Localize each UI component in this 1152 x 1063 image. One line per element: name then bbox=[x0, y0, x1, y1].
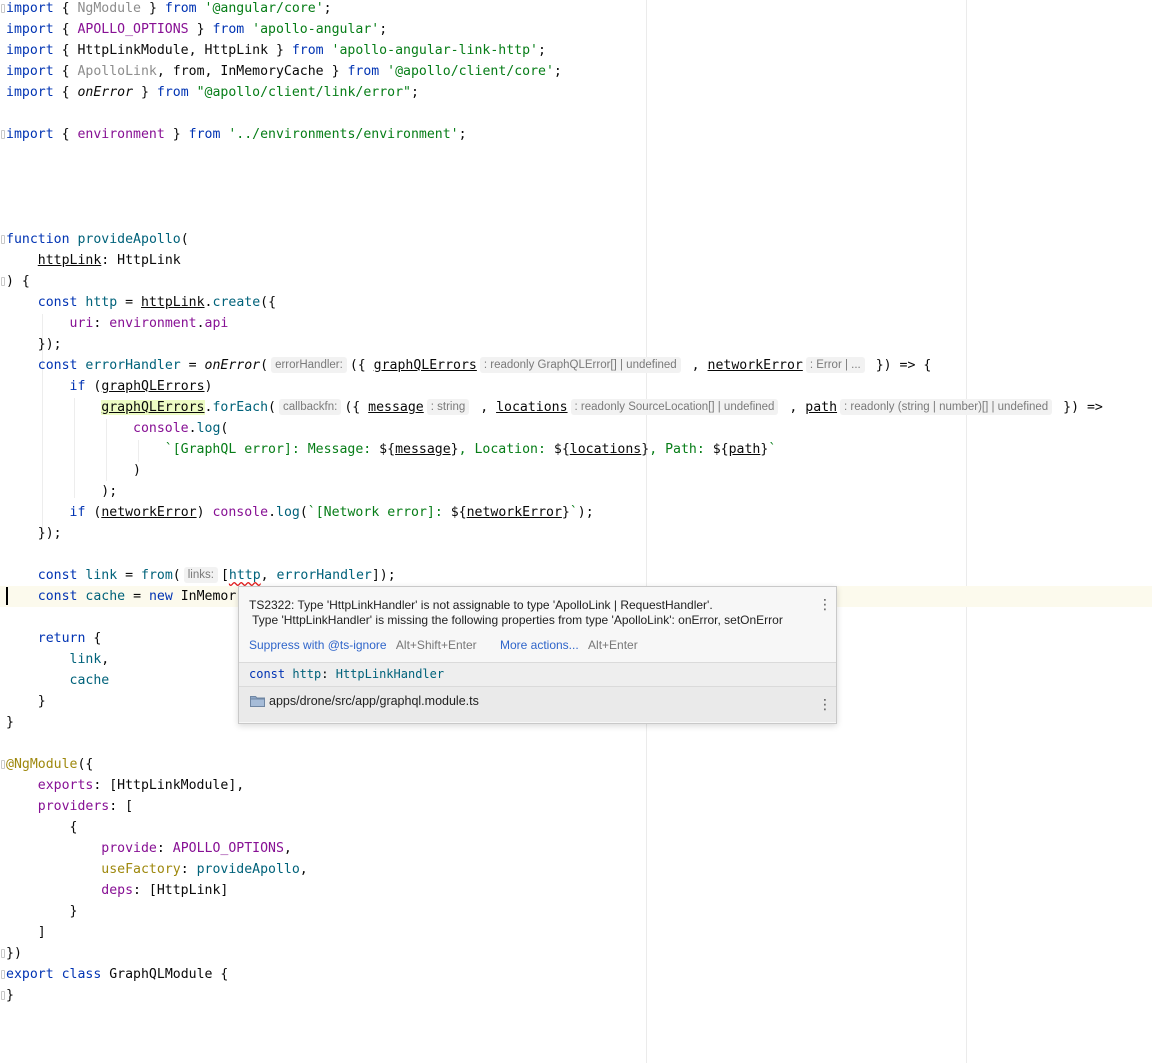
code-line: link, bbox=[69, 652, 110, 667]
suppress-ts-ignore-link[interactable]: Suppress with @ts-ignore bbox=[249, 638, 387, 652]
folder-icon bbox=[250, 696, 265, 707]
code-line: if (networkError) console.log(`[Network … bbox=[69, 505, 594, 520]
code-line: }); bbox=[6, 337, 62, 352]
code-line: import { HttpLinkModule, HttpLink } from… bbox=[6, 43, 546, 58]
code-line: httpLink: HttpLink bbox=[37, 253, 181, 268]
shortcut-label: Alt+Shift+Enter bbox=[395, 638, 477, 652]
code-line: cache bbox=[69, 673, 110, 688]
type-hint: : string bbox=[426, 399, 470, 415]
code-line: import { onError } from "@apollo/client/… bbox=[6, 85, 419, 100]
code-line: if (graphQLErrors) bbox=[69, 379, 213, 394]
code-line: const errorHandler = onError(errorHandle… bbox=[37, 357, 932, 373]
type-hint: : Error | ... bbox=[805, 357, 865, 373]
fold-marker[interactable] bbox=[1, 235, 5, 244]
fold-marker[interactable] bbox=[1, 4, 5, 13]
code-editor[interactable]: import { NgModule } from '@angular/core'… bbox=[0, 0, 1152, 1063]
code-line: ) { bbox=[6, 274, 30, 289]
code-line: console.log( bbox=[133, 421, 229, 436]
fold-marker[interactable] bbox=[1, 970, 5, 979]
code-line: import { ApolloLink, from, InMemoryCache… bbox=[6, 64, 562, 79]
quick-actions: Suppress with @ts-ignore Alt+Shift+Enter… bbox=[249, 638, 638, 653]
more-vertical-icon[interactable]: ⋮ bbox=[818, 698, 832, 712]
fold-marker[interactable] bbox=[1, 949, 5, 958]
code-line: @NgModule({ bbox=[6, 757, 94, 772]
code-line: import { APOLLO_OPTIONS } from 'apollo-a… bbox=[6, 22, 388, 37]
code-line: function provideApollo( bbox=[6, 232, 189, 247]
code-line: providers: [ bbox=[37, 799, 134, 814]
parameter-hint: errorHandler: bbox=[271, 357, 347, 373]
type-hint: : readonly SourceLocation[] | undefined bbox=[570, 399, 779, 415]
code-line: const link = from(links: [http, errorHand… bbox=[37, 567, 396, 583]
code-line: ) bbox=[6, 463, 141, 478]
right-margin-guide bbox=[646, 0, 647, 1063]
code-line: return { bbox=[37, 631, 102, 646]
code-line: }); bbox=[6, 526, 62, 541]
code-line: `[GraphQL error]: Message: ${message}, L… bbox=[164, 442, 777, 457]
fold-marker[interactable] bbox=[1, 277, 5, 286]
error-highlight[interactable]: http bbox=[229, 568, 261, 583]
declaration-signature: const http: HttpLinkHandler bbox=[239, 663, 836, 686]
code-line: import { environment } from '../environm… bbox=[6, 127, 467, 142]
code-line: ); bbox=[6, 484, 118, 499]
code-line: }) bbox=[6, 946, 22, 961]
error-tooltip-popup: TS2322: Type 'HttpLinkHandler' is not as… bbox=[238, 586, 837, 724]
more-actions-link[interactable]: More actions... bbox=[500, 638, 579, 652]
file-path: apps/drone/src/app/graphql.module.ts bbox=[269, 694, 479, 708]
parameter-hint: links: bbox=[183, 567, 218, 583]
visual-guide bbox=[966, 0, 967, 1063]
file-location-row[interactable]: apps/drone/src/app/graphql.module.ts ⋮ bbox=[239, 687, 836, 722]
code-line: uri: environment.api bbox=[69, 316, 229, 331]
code-line: ] bbox=[6, 925, 46, 940]
code-line: } bbox=[6, 715, 14, 730]
code-line: useFactory: provideApollo, bbox=[101, 862, 308, 877]
fold-marker[interactable] bbox=[1, 991, 5, 1000]
fold-marker[interactable] bbox=[1, 130, 5, 139]
code-line: } bbox=[6, 904, 78, 919]
code-line: export class GraphQLModule { bbox=[6, 967, 229, 982]
code-line: deps: [HttpLink] bbox=[101, 883, 229, 898]
error-message-line: Type 'HttpLinkHandler' is missing the fo… bbox=[249, 613, 783, 627]
code-line: provide: APOLLO_OPTIONS, bbox=[101, 841, 292, 856]
type-hint: : readonly (string | number)[] | undefin… bbox=[840, 399, 1053, 415]
error-message: TS2322: Type 'HttpLinkHandler' is not as… bbox=[249, 598, 809, 628]
code-line: exports: [HttpLinkModule], bbox=[37, 778, 245, 793]
more-vertical-icon[interactable]: ⋮ bbox=[818, 598, 832, 612]
code-line: } bbox=[6, 988, 14, 1003]
code-line: } bbox=[6, 694, 46, 709]
type-hint: : readonly GraphQLError[] | undefined bbox=[479, 357, 681, 373]
parameter-hint: callbackfn: bbox=[278, 399, 342, 415]
fold-marker[interactable] bbox=[1, 760, 5, 769]
text-caret bbox=[6, 587, 8, 605]
code-line: const http = httpLink.create({ bbox=[37, 295, 277, 310]
code-line: import { NgModule } from '@angular/core'… bbox=[6, 1, 332, 16]
code-line: graphQLErrors.forEach(callbackfn:({ mess… bbox=[101, 399, 1103, 415]
shortcut-label: Alt+Enter bbox=[588, 638, 638, 652]
error-message-line: TS2322: Type 'HttpLinkHandler' is not as… bbox=[249, 598, 713, 612]
code-line: { bbox=[6, 820, 78, 835]
